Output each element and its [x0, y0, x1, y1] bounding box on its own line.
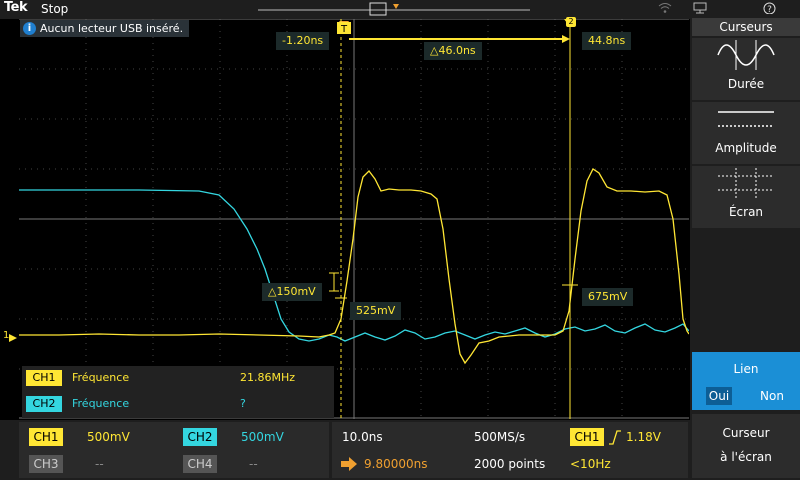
measurement-label: Fréquence — [72, 371, 130, 384]
measurement-label: Fréquence — [72, 397, 130, 410]
side-menu-title: Curseurs — [692, 18, 800, 36]
trigger-frequency-value: <10Hz — [570, 457, 611, 471]
waveform-graticule[interactable]: T — [19, 19, 689, 419]
duree-cursor-mode-button[interactable]: Durée — [692, 38, 800, 100]
duree-label: Durée — [727, 77, 765, 91]
record-length-value: 2000 points — [474, 457, 546, 471]
cursor-a-time-readout: -1.20ns — [276, 32, 330, 50]
ch1-offset-marker[interactable]: 1 — [3, 330, 19, 344]
cursor-a-tag[interactable]: T — [340, 24, 348, 35]
screen-cursor-icon — [718, 168, 774, 198]
record-overview[interactable] — [258, 2, 530, 16]
cursor-a-volt-readout: 525mV — [350, 302, 402, 320]
lien-oui-option[interactable]: Oui — [706, 387, 732, 405]
measurement-channel-tag: CH1 — [26, 370, 62, 386]
cursor-b-volt-readout: 675mV — [582, 288, 634, 306]
cursor-delta-volt-readout: △150mV — [262, 283, 322, 301]
measurement-row-ch2[interactable]: CH2 Fréquence ? — [22, 392, 334, 416]
info-icon: i — [23, 22, 36, 35]
top-bar: Tek Stop ? — [0, 0, 800, 19]
measurement-value: 21.86MHz — [240, 371, 296, 384]
ch1-badge[interactable]: CH1 — [29, 428, 63, 446]
run-state-label[interactable]: Stop — [41, 2, 68, 16]
horizontal-position-arrow-icon — [340, 455, 358, 473]
timebase-value[interactable]: 10.0ns — [342, 428, 383, 446]
cursor-delta-time-readout: △46.0ns — [424, 42, 482, 60]
ch3-badge[interactable]: CH3 — [29, 455, 63, 473]
usb-notification: i Aucun lecteur USB inséré. — [20, 20, 190, 37]
trigger-level-value[interactable]: 1.18V — [626, 428, 661, 446]
ecran-label: Écran — [728, 205, 764, 219]
lien-label: Lien — [733, 362, 759, 376]
ch4-badge[interactable]: CH4 — [183, 455, 217, 473]
ch4-scale: -- — [249, 457, 258, 471]
amplitude-cursor-mode-button[interactable]: Amplitude — [692, 102, 800, 164]
measurement-channel-tag: CH2 — [26, 396, 62, 412]
cursor-on-screen-line1: Curseur — [722, 426, 770, 440]
ch1-scale[interactable]: 500mV — [87, 428, 130, 446]
cursor-on-screen-line2: à l'écran — [720, 450, 772, 464]
waveform-cursor-icon — [717, 40, 775, 70]
cursor-on-screen-button[interactable]: Curseur à l'écran — [692, 414, 800, 478]
measurement-row-ch1[interactable]: CH1 Fréquence 21.86MHz — [22, 366, 334, 390]
usb-notification-text: Aucun lecteur USB inséré. — [40, 22, 184, 35]
cursor-b-time-readout: 44.8ns — [582, 32, 632, 50]
measurement-value: ? — [240, 397, 246, 410]
amplitude-cursor-icon — [718, 111, 774, 127]
lien-non-option[interactable]: Non — [760, 387, 784, 405]
sample-rate-value: 500MS/s — [474, 430, 526, 444]
channel-settings-panel: CH1 500mV CH2 500mV CH3 -- CH4 -- — [19, 422, 329, 478]
tek-logo: Tek — [4, 0, 28, 15]
trigger-channel-badge[interactable]: CH1 — [570, 428, 604, 446]
wifi-icon[interactable] — [658, 2, 672, 17]
measurement-badges: CH1 Fréquence 21.86MHz CH2 Fréquence ? — [22, 366, 334, 418]
horizontal-position-value[interactable]: 9.80000ns — [364, 455, 427, 473]
lien-toggle[interactable]: Lien Oui Non — [692, 352, 800, 410]
trigger-slope-icon — [608, 428, 622, 446]
ecran-cursor-mode-button[interactable]: Écran — [692, 166, 800, 228]
ch2-badge[interactable]: CH2 — [183, 428, 217, 446]
amplitude-label: Amplitude — [715, 141, 777, 155]
horizontal-trigger-panel[interactable]: 10.0ns 500MS/s CH1 1.18V 9.80000ns 2000 … — [332, 422, 688, 478]
cursor-b-number: 2 — [566, 17, 576, 27]
ch3-scale: -- — [95, 457, 104, 471]
ch2-scale[interactable]: 500mV — [241, 428, 284, 446]
